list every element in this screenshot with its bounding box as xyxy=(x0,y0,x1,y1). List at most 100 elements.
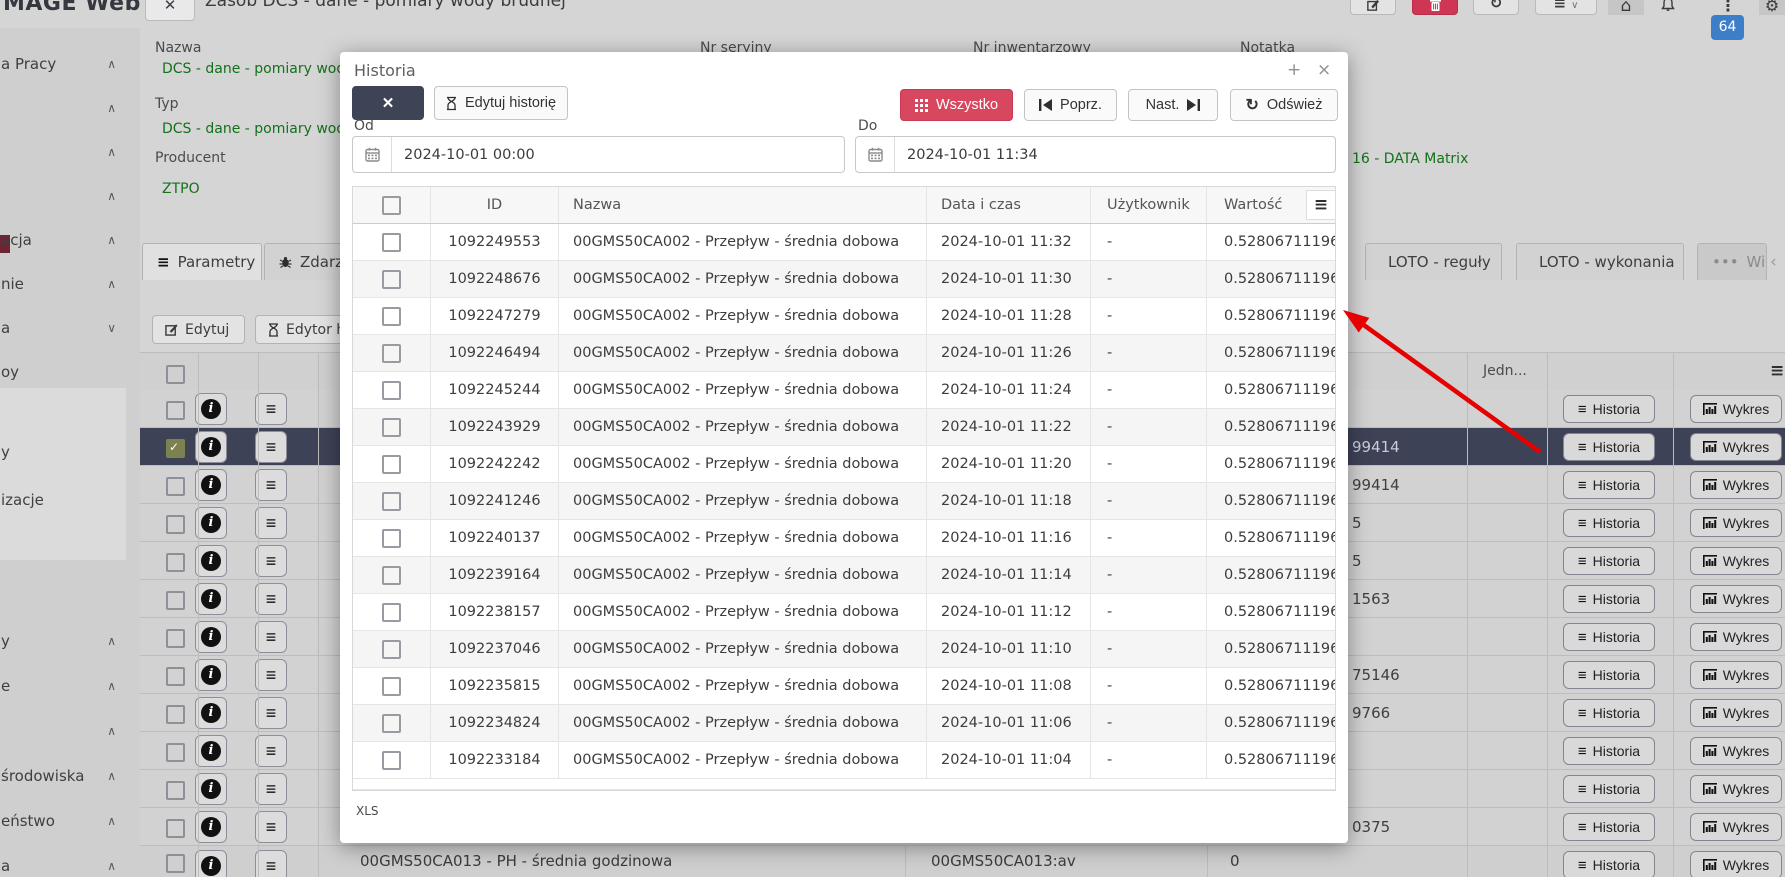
tab-loto-wykonania[interactable]: LOTO - wykonania xyxy=(1516,243,1684,280)
modal-close-icon[interactable]: × xyxy=(1317,60,1331,80)
sidebar-item[interactable]: a ∨ xyxy=(0,306,134,350)
select-all-checkbox[interactable] xyxy=(382,196,401,215)
row-checkbox[interactable] xyxy=(382,344,401,363)
refresh-page-button[interactable]: ↻ xyxy=(1473,0,1519,15)
home-tile[interactable]: ⌂ xyxy=(1608,0,1644,15)
info-button[interactable]: i xyxy=(195,583,227,615)
sidebar-item[interactable]: nie ∧ xyxy=(0,262,134,306)
wykres-button[interactable]: Wykres xyxy=(1690,623,1782,651)
info-button[interactable]: i xyxy=(195,469,227,501)
sidebar-item[interactable]: y ∧ xyxy=(0,618,134,663)
column-menu-icon[interactable]: ≡ xyxy=(1770,361,1784,381)
row-checkbox[interactable] xyxy=(166,439,185,458)
historia-button[interactable]: ≡ Historia xyxy=(1563,585,1655,613)
kebab-menu-button[interactable]: ⋮ xyxy=(1720,0,1736,15)
row-checkbox[interactable] xyxy=(166,401,185,420)
historia-button[interactable]: ≡ Historia xyxy=(1563,737,1655,765)
uzytkownik-column-header[interactable]: Użytkownik xyxy=(1091,187,1207,223)
edytuj-historie-button[interactable]: Edytuj historię xyxy=(434,86,568,120)
poprzedni-button[interactable]: Poprz. xyxy=(1024,89,1117,121)
row-checkbox[interactable] xyxy=(166,781,185,800)
edit-asset-button[interactable] xyxy=(1350,0,1396,15)
sidebar-item[interactable]: ∧ xyxy=(0,86,134,130)
wykres-button[interactable]: Wykres xyxy=(1690,813,1782,841)
history-row[interactable]: 1092248676 00GMS50CA002 - Przepływ - śre… xyxy=(353,261,1335,298)
sidebar-item[interactable]: eństwo ∧ xyxy=(0,798,134,843)
tab-loto-reguly[interactable]: LOTO - reguły xyxy=(1365,243,1502,280)
row-checkbox[interactable] xyxy=(382,455,401,474)
row-menu-button[interactable]: ≡ xyxy=(255,735,287,767)
sidebar-item[interactable]: e ∧ xyxy=(0,663,134,708)
row-menu-button[interactable]: ≡ xyxy=(255,545,287,577)
info-button[interactable]: i xyxy=(195,659,227,691)
row-menu-button[interactable]: ≡ xyxy=(255,659,287,691)
row-checkbox[interactable] xyxy=(166,705,185,724)
sidebar-item[interactable]: acja ∧ xyxy=(0,218,134,262)
row-checkbox[interactable] xyxy=(166,743,185,762)
row-checkbox[interactable] xyxy=(166,667,185,686)
column-chooser-icon[interactable]: ≡ xyxy=(1306,190,1336,220)
row-checkbox[interactable] xyxy=(382,307,401,326)
bg-bottom-row[interactable]: i ≡ 00GMS50CA013 - PH - średnia godzinow… xyxy=(140,846,1785,877)
info-button[interactable]: i xyxy=(195,697,227,729)
wykres-button[interactable]: Wykres xyxy=(1690,547,1782,575)
sidebar-item[interactable]: izacje xyxy=(0,476,134,524)
row-menu-button[interactable]: ≡ xyxy=(255,507,287,539)
historia-button[interactable]: ≡ Historia xyxy=(1563,699,1655,727)
historia-button[interactable]: ≡ Historia xyxy=(1563,547,1655,575)
nastepny-button[interactable]: Nast. xyxy=(1128,89,1218,121)
history-row[interactable]: 1092238157 00GMS50CA002 - Przepływ - śre… xyxy=(353,594,1335,631)
history-row[interactable]: 1092245244 00GMS50CA002 - Przepływ - śre… xyxy=(353,372,1335,409)
info-button[interactable]: i xyxy=(195,545,227,577)
wykres-button[interactable]: Wykres xyxy=(1690,433,1782,461)
row-menu-button[interactable]: ≡ xyxy=(255,393,287,425)
history-row[interactable]: 1092242242 00GMS50CA002 - Przepływ - śre… xyxy=(353,446,1335,483)
row-checkbox[interactable] xyxy=(166,591,185,610)
history-row[interactable]: 1092240137 00GMS50CA002 - Przepływ - śre… xyxy=(353,520,1335,557)
back-button[interactable]: ✕ xyxy=(145,0,195,21)
page-menu-button[interactable]: ≡ ∨ xyxy=(1535,0,1597,15)
tab-wiecej[interactable]: ••• Wię xyxy=(1697,243,1767,280)
history-row[interactable]: 1092239164 00GMS50CA002 - Przepływ - śre… xyxy=(353,557,1335,594)
sidebar-item[interactable]: środowiska ∧ xyxy=(0,753,134,798)
tab-parametry[interactable]: ≡ Parametry xyxy=(142,243,262,280)
row-menu-button[interactable]: ≡ xyxy=(255,850,287,877)
do-date-value[interactable]: 2024-10-01 11:34 xyxy=(895,147,1038,163)
info-button[interactable]: i xyxy=(195,621,227,653)
wykres-button[interactable]: Wykres xyxy=(1690,851,1782,877)
historia-button[interactable]: ≡ Historia xyxy=(1563,775,1655,803)
row-checkbox[interactable] xyxy=(382,418,401,437)
row-checkbox[interactable] xyxy=(382,603,401,622)
row-checkbox[interactable] xyxy=(382,566,401,585)
row-checkbox[interactable] xyxy=(382,677,401,696)
history-row[interactable]: 1092243929 00GMS50CA002 - Przepływ - śre… xyxy=(353,409,1335,446)
row-checkbox[interactable] xyxy=(166,819,185,838)
historia-button[interactable]: ≡ Historia xyxy=(1563,509,1655,537)
info-button[interactable]: i xyxy=(195,850,227,877)
row-menu-button[interactable]: ≡ xyxy=(255,773,287,805)
id-column-header[interactable]: ID xyxy=(431,187,559,223)
edytuj-button[interactable]: Edytuj xyxy=(152,315,245,344)
row-menu-button[interactable]: ≡ xyxy=(255,431,287,463)
wykres-button[interactable]: Wykres xyxy=(1690,699,1782,727)
tab-scroll-left-icon[interactable]: ‹ xyxy=(1770,252,1777,272)
historia-button[interactable]: ≡ Historia xyxy=(1563,813,1655,841)
historia-button[interactable]: ≡ Historia xyxy=(1563,433,1655,461)
row-checkbox[interactable] xyxy=(382,640,401,659)
history-row[interactable]: 1092249553 00GMS50CA002 - Przepływ - śre… xyxy=(353,224,1335,261)
historia-button[interactable]: ≡ Historia xyxy=(1563,395,1655,423)
odswiez-button[interactable]: ↻ Odśwież xyxy=(1230,89,1338,121)
wykres-button[interactable]: Wykres xyxy=(1690,585,1782,613)
history-row[interactable]: 1092234824 00GMS50CA002 - Przepływ - śre… xyxy=(353,705,1335,742)
sidebar-item[interactable]: a Pracy ∧ xyxy=(0,42,134,86)
xls-export-link[interactable]: XLS xyxy=(356,804,379,818)
historia-button[interactable]: ≡ Historia xyxy=(1563,471,1655,499)
row-menu-button[interactable]: ≡ xyxy=(255,621,287,653)
sidebar-item[interactable]: ∧ xyxy=(0,174,134,218)
settings-tile[interactable]: ⚙ xyxy=(1759,0,1785,15)
history-row[interactable]: 1092241246 00GMS50CA002 - Przepływ - śre… xyxy=(353,483,1335,520)
select-all-checkbox[interactable] xyxy=(166,365,185,384)
info-button[interactable]: i xyxy=(195,507,227,539)
info-button[interactable]: i xyxy=(195,735,227,767)
row-checkbox[interactable] xyxy=(166,854,185,873)
